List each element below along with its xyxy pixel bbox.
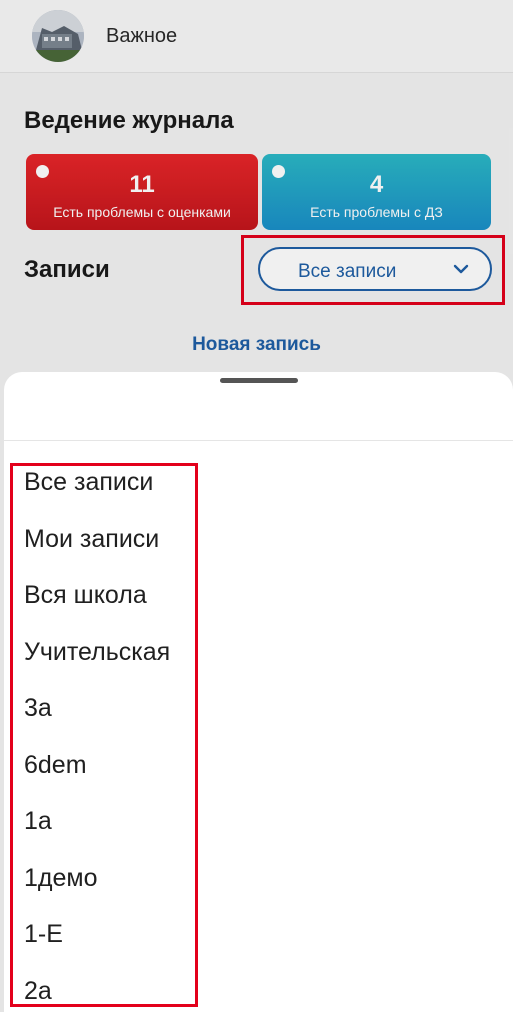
highlight-frame-options [10,463,198,1007]
screen: Важное Ведение журнала 11 Есть проблемы … [0,0,513,1012]
sheet-drag-handle[interactable] [220,378,298,383]
sheet-divider [4,440,513,441]
